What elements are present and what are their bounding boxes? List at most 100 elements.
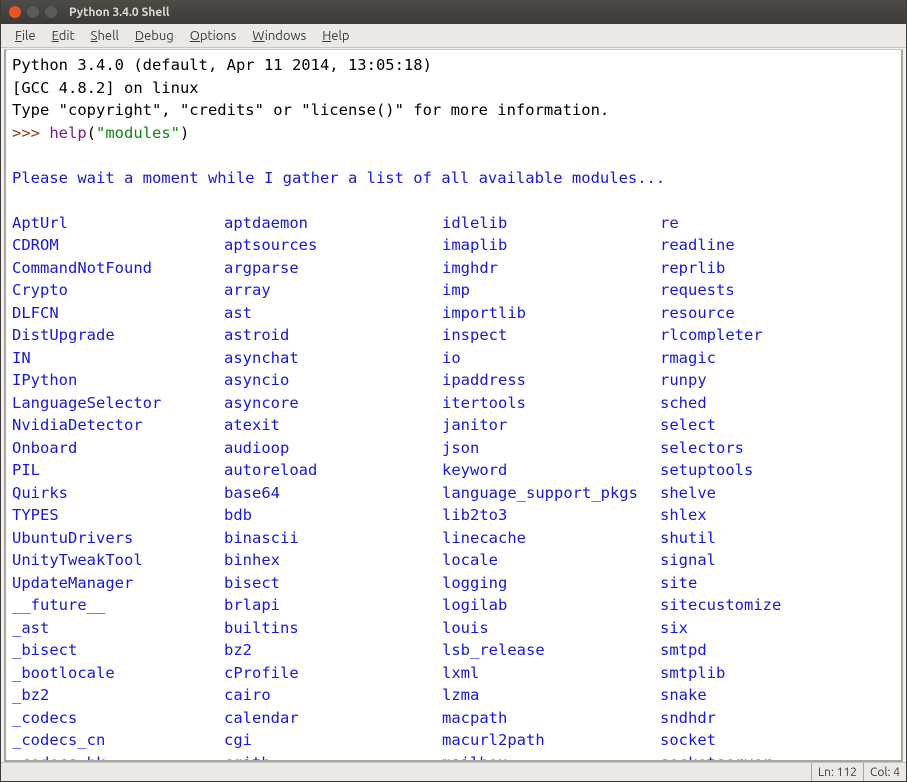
module-item: NvidiaDetector — [12, 414, 224, 437]
module-item: asyncio — [224, 369, 442, 392]
menu-help[interactable]: Help — [314, 26, 357, 46]
module-item: Crypto — [12, 279, 224, 302]
module-item: lzma — [442, 684, 660, 707]
module-item: ast — [224, 302, 442, 325]
module-item: rlcompleter — [660, 324, 895, 347]
module-item: PIL — [12, 459, 224, 482]
module-item: socket — [660, 729, 895, 752]
module-item: aptsources — [224, 234, 442, 257]
module-item: asyncore — [224, 392, 442, 415]
prompt: >>> — [12, 124, 49, 142]
module-item: io — [442, 347, 660, 370]
string-arg: "modules" — [96, 124, 180, 142]
module-item: logilab — [442, 594, 660, 617]
module-item: __future__ — [12, 594, 224, 617]
module-item: louis — [442, 617, 660, 640]
module-item: argparse — [224, 257, 442, 280]
module-item: imghdr — [442, 257, 660, 280]
module-item: snake — [660, 684, 895, 707]
module-item: asynchat — [224, 347, 442, 370]
window-title: Python 3.4.0 Shell — [69, 6, 170, 19]
module-item: cgi — [224, 729, 442, 752]
module-item: brlapi — [224, 594, 442, 617]
module-item: binascii — [224, 527, 442, 550]
module-item: requests — [660, 279, 895, 302]
menu-edit[interactable]: Edit — [44, 26, 83, 46]
module-item: janitor — [442, 414, 660, 437]
module-item: sitecustomize — [660, 594, 895, 617]
module-item: TYPES — [12, 504, 224, 527]
module-item: bz2 — [224, 639, 442, 662]
module-item: six — [660, 617, 895, 640]
close-icon[interactable] — [9, 6, 21, 18]
module-item: aptdaemon — [224, 212, 442, 235]
module-item: locale — [442, 549, 660, 572]
menu-shell[interactable]: Shell — [83, 26, 127, 46]
module-item: calendar — [224, 707, 442, 730]
module-item: UbuntuDrivers — [12, 527, 224, 550]
module-item: DistUpgrade — [12, 324, 224, 347]
module-item: lxml — [442, 662, 660, 685]
module-item: ipaddress — [442, 369, 660, 392]
module-item: shlex — [660, 504, 895, 527]
menu-windows[interactable]: Windows — [244, 26, 314, 46]
maximize-icon[interactable] — [45, 6, 57, 18]
module-item: binhex — [224, 549, 442, 572]
module-item: atexit — [224, 414, 442, 437]
module-item: site — [660, 572, 895, 595]
module-item: idlelib — [442, 212, 660, 235]
paren: ) — [180, 124, 189, 142]
banner-line: Python 3.4.0 (default, Apr 11 2014, 13:0… — [12, 56, 441, 74]
window-controls — [9, 6, 57, 18]
menu-debug[interactable]: Debug — [127, 26, 182, 46]
module-item: json — [442, 437, 660, 460]
menu-options[interactable]: Options — [182, 26, 245, 46]
module-item: lib2to3 — [442, 504, 660, 527]
status-col: Col: 4 — [863, 763, 906, 781]
module-item: UpdateManager — [12, 572, 224, 595]
module-item: reprlib — [660, 257, 895, 280]
module-item: _bz2 — [12, 684, 224, 707]
func-call: help — [49, 124, 86, 142]
module-item: _codecs_cn — [12, 729, 224, 752]
minimize-icon[interactable] — [27, 6, 39, 18]
module-item: bisect — [224, 572, 442, 595]
module-item: astroid — [224, 324, 442, 347]
banner-line: Type "copyright", "credits" or "license(… — [12, 101, 609, 119]
editor-area[interactable]: Python 3.4.0 (default, Apr 11 2014, 13:0… — [4, 49, 903, 762]
module-item: signal — [660, 549, 895, 572]
module-item: keyword — [442, 459, 660, 482]
module-item: cairo — [224, 684, 442, 707]
module-item: resource — [660, 302, 895, 325]
module-item: readline — [660, 234, 895, 257]
menu-file[interactable]: File — [7, 26, 44, 46]
module-item: smtpd — [660, 639, 895, 662]
module-list: AptUrlaptdaemonidlelibreCDROMaptsourcesi… — [12, 212, 895, 761]
module-item: runpy — [660, 369, 895, 392]
statusbar: Ln: 112 Col: 4 — [1, 762, 906, 781]
module-item: CDROM — [12, 234, 224, 257]
module-item: bdb — [224, 504, 442, 527]
module-item: re — [660, 212, 895, 235]
module-item: lsb_release — [442, 639, 660, 662]
menubar: FileEditShellDebugOptionsWindowsHelp — [1, 24, 906, 48]
module-item: itertools — [442, 392, 660, 415]
module-item: array — [224, 279, 442, 302]
module-item: _bootlocale — [12, 662, 224, 685]
module-item: setuptools — [660, 459, 895, 482]
banner-line: [GCC 4.8.2] on linux — [12, 79, 199, 97]
module-item: selectors — [660, 437, 895, 460]
module-item: smtplib — [660, 662, 895, 685]
module-item: AptUrl — [12, 212, 224, 235]
module-item: macpath — [442, 707, 660, 730]
module-item: socketserver — [660, 752, 895, 761]
module-item: imp — [442, 279, 660, 302]
terminal-output[interactable]: Python 3.4.0 (default, Apr 11 2014, 13:0… — [6, 50, 901, 760]
module-item: cProfile — [224, 662, 442, 685]
module-item: shelve — [660, 482, 895, 505]
module-item: mailbox — [442, 752, 660, 761]
module-item: _ast — [12, 617, 224, 640]
module-item: Onboard — [12, 437, 224, 460]
module-item: importlib — [442, 302, 660, 325]
module-item: Quirks — [12, 482, 224, 505]
